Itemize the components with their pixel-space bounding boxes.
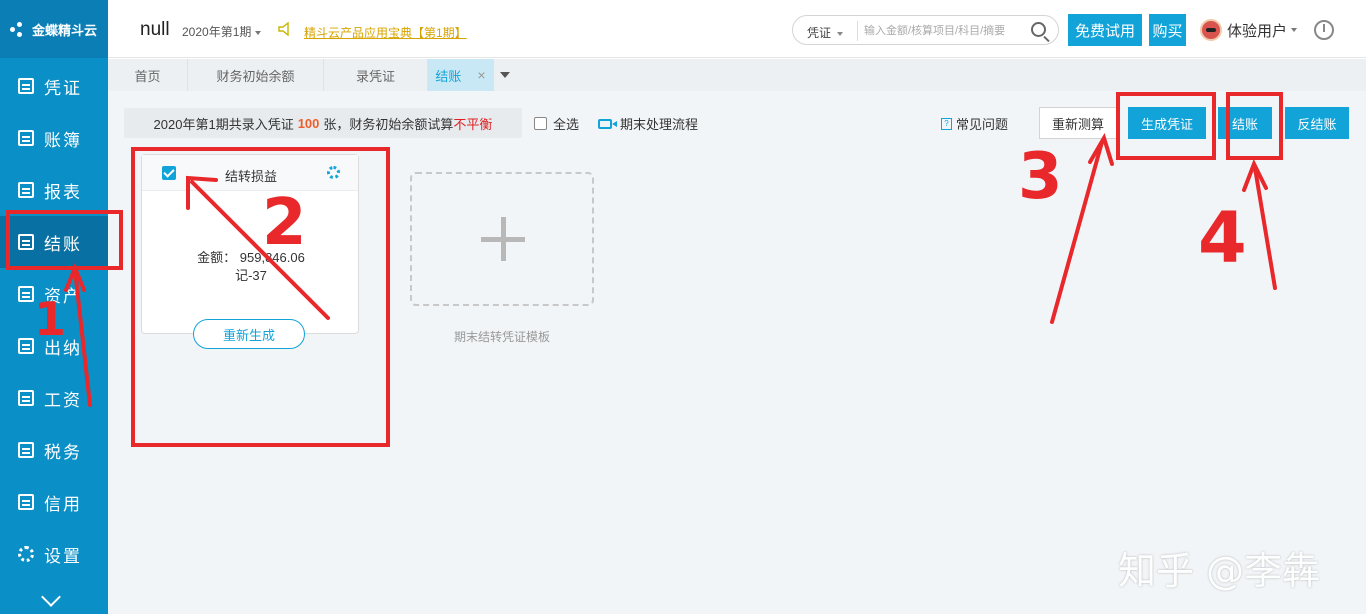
buy-button[interactable]: 购买 <box>1149 14 1186 46</box>
sidebar-item-settings[interactable]: 设置 <box>0 528 108 580</box>
card-amount: 金额： 959,846.06 <box>197 250 305 265</box>
sidebar-item-assets[interactable]: 资产 <box>0 268 108 320</box>
caret-down-icon <box>1291 28 1298 32</box>
sidebar-item-cashier[interactable]: 出纳 <box>0 320 108 372</box>
sidebar-item-credit[interactable]: 信用 <box>0 476 108 528</box>
plus-icon-vertical <box>501 217 506 261</box>
watermark: 知乎 @李犇 <box>1118 549 1321 593</box>
megaphone-icon <box>278 22 289 36</box>
sidebar-item-label: 设置 <box>44 546 82 566</box>
reopen-books-button[interactable]: 反结账 <box>1285 107 1349 139</box>
top-header: null 2020年第1期 精斗云产品应用宝典【第1期】 凭证 免费试用 购买 … <box>108 0 1366 58</box>
caret-down-icon <box>837 31 844 36</box>
period-summary: 2020年第1期共录入凭证 100 张，财务初始余额试算 不平衡 <box>124 108 522 138</box>
sidebar-item-close-books[interactable]: 结账 <box>0 216 108 268</box>
close-books-icon <box>18 234 34 250</box>
search-scope-select[interactable]: 凭证 <box>807 24 844 41</box>
notice-link[interactable]: 精斗云产品应用宝典【第1期】 <box>304 24 467 41</box>
period-label: 2020年第1期 <box>182 25 252 39</box>
sidebar-item-label: 凭证 <box>44 78 82 98</box>
sidebar-item-label: 资产 <box>44 286 82 306</box>
gear-icon <box>18 546 34 562</box>
user-menu[interactable]: 体验用户 <box>1200 16 1298 44</box>
gear-icon[interactable] <box>327 166 340 179</box>
close-icon[interactable]: × <box>477 67 485 83</box>
template-label: 期末结转凭证模板 <box>453 330 550 344</box>
sidebar-item-label: 信用 <box>44 494 82 514</box>
logo-icon <box>10 20 28 38</box>
caret-down-icon <box>255 30 262 35</box>
checkbox[interactable] <box>534 117 547 130</box>
generate-voucher-button[interactable]: 生成凭证 <box>1128 107 1206 139</box>
tab-label: 录凭证 <box>355 68 395 84</box>
sidebar-item-label: 出纳 <box>44 338 82 358</box>
sidebar-item-label: 报表 <box>44 182 82 202</box>
tab-bar: 首页 财务初始余额 录凭证 结账 × <box>108 59 1366 91</box>
avatar <box>1200 19 1222 41</box>
assets-icon <box>18 286 34 302</box>
flow-label: 期末处理流程 <box>620 117 699 132</box>
recalculate-button[interactable]: 重新测算 <box>1039 107 1117 139</box>
sidebar-item-payroll[interactable]: 工资 <box>0 372 108 424</box>
report-icon <box>18 182 34 198</box>
select-all-checkbox[interactable]: 全选 <box>534 114 579 133</box>
credit-icon <box>18 494 34 510</box>
tab-record-voucher[interactable]: 录凭证 <box>324 59 428 91</box>
tab-dropdown-icon[interactable] <box>500 72 510 78</box>
search-icon[interactable] <box>1031 22 1046 37</box>
sidebar-item-label: 工资 <box>44 390 82 410</box>
sidebar-item-tax[interactable]: 税务 <box>0 424 108 476</box>
regenerate-button[interactable]: 重新生成 <box>193 319 305 349</box>
close-books-button[interactable]: 结账 <box>1218 107 1272 139</box>
user-name: 体验用户 <box>1227 22 1288 40</box>
chevron-down-icon[interactable] <box>41 587 61 607</box>
search-input[interactable] <box>857 21 1025 41</box>
faq-label: 常见问题 <box>956 117 1009 132</box>
faq-link[interactable]: ? 常见问题 <box>941 114 1008 133</box>
tab-label: 财务初始余额 <box>216 68 295 84</box>
summary-mid: 张，财务初始余额试算 <box>323 116 454 132</box>
sidebar-item-report[interactable]: 报表 <box>0 164 108 216</box>
card-voucher-no[interactable]: 记-37 <box>142 265 360 284</box>
ledger-icon <box>18 130 34 146</box>
tab-close-books[interactable]: 结账 × <box>428 59 494 91</box>
sidebar-item-voucher[interactable]: 凭证 <box>0 60 108 112</box>
period-end-flow-link[interactable]: 期末处理流程 <box>598 114 698 133</box>
tab-label: 结账 <box>435 68 462 84</box>
app-logo[interactable]: 金蝶精斗云 <box>0 0 108 58</box>
search-scope-label: 凭证 <box>807 26 832 40</box>
sidebar-item-label: 税务 <box>44 442 82 462</box>
add-template-button[interactable] <box>410 172 594 306</box>
cashier-icon <box>18 338 34 354</box>
tax-icon <box>18 442 34 458</box>
select-all-label: 全选 <box>553 117 580 132</box>
video-icon <box>598 118 617 129</box>
period-selector[interactable]: 2020年第1期 <box>182 23 262 40</box>
balance-status: 不平衡 <box>453 116 493 132</box>
free-trial-button[interactable]: 免费试用 <box>1068 14 1142 46</box>
payroll-icon <box>18 390 34 406</box>
tab-label: 首页 <box>134 68 161 84</box>
tab-home[interactable]: 首页 <box>108 59 188 91</box>
voucher-icon <box>18 78 34 94</box>
sidebar-item-ledger[interactable]: 账簿 <box>0 112 108 164</box>
logout-icon[interactable] <box>1314 20 1334 40</box>
help-icon: ? <box>941 117 952 130</box>
voucher-count: 100 <box>297 115 320 131</box>
transfer-profit-loss-card: 结转损益 金额： 959,846.06 记-37 <box>141 154 359 334</box>
search-box: 凭证 <box>792 15 1059 45</box>
card-header: 结转损益 <box>142 155 358 191</box>
tab-initial-balance[interactable]: 财务初始余额 <box>188 59 324 91</box>
sidebar: 金蝶精斗云 凭证 账簿 报表 结账 资产 出纳 工资 税务 信用 设置 <box>0 0 108 614</box>
logo-text: 金蝶精斗云 <box>32 22 98 38</box>
main-content: 2020年第1期共录入凭证 100 张，财务初始余额试算 不平衡 全选 期末处理… <box>108 91 1366 614</box>
company-name: null <box>140 19 170 40</box>
summary-prefix: 2020年第1期共录入凭证 <box>153 116 294 132</box>
sidebar-item-label: 结账 <box>44 234 82 254</box>
sidebar-item-label: 账簿 <box>44 130 82 150</box>
